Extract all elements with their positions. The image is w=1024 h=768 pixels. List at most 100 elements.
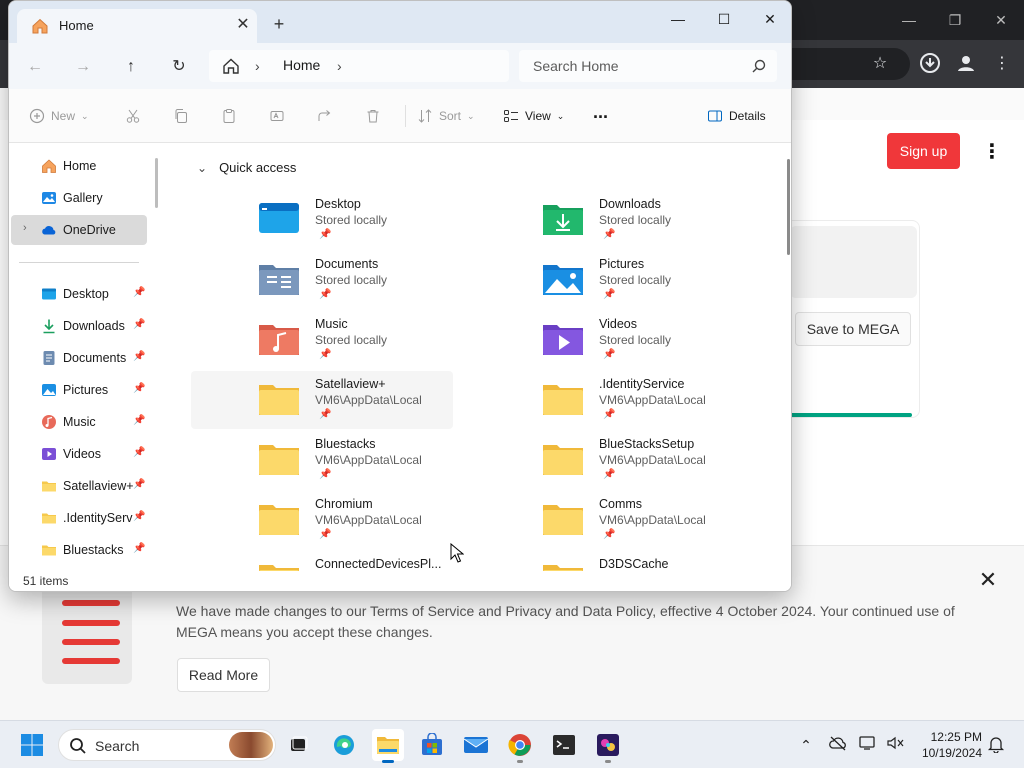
address-bar[interactable]: › Home ›: [209, 50, 509, 82]
pin-icon[interactable]: 📌: [133, 415, 145, 426]
folder-icon: [259, 565, 299, 571]
browser-minimize-button[interactable]: —: [894, 8, 924, 32]
pin-icon[interactable]: 📌: [133, 447, 145, 458]
minimize-button[interactable]: —: [655, 5, 701, 33]
nav-item-home[interactable]: Home: [9, 151, 149, 181]
profile-icon[interactable]: [954, 52, 978, 76]
download-icon[interactable]: [918, 52, 942, 76]
tile-connecteddevices[interactable]: ConnectedDevicesPl...: [183, 553, 445, 571]
network-volume-icon[interactable]: [886, 735, 906, 755]
quick-access-header[interactable]: ⌄ Quick access: [197, 160, 296, 175]
tile-videos[interactable]: Videos Stored locally 📌: [467, 313, 729, 371]
breadcrumb-home[interactable]: Home: [283, 57, 320, 73]
nav-item-onedrive[interactable]: › OneDrive: [11, 215, 147, 245]
home-icon[interactable]: [221, 56, 241, 76]
tile-documents[interactable]: Documents Stored locally 📌: [183, 253, 445, 311]
back-button[interactable]: ←: [21, 53, 49, 81]
pin-icon[interactable]: 📌: [133, 511, 145, 522]
close-button[interactable]: ✕: [747, 5, 791, 33]
pin-icon[interactable]: 📌: [133, 351, 145, 362]
nav-item-desktop[interactable]: Desktop 📌: [9, 279, 149, 309]
tile-d3dscache[interactable]: D3DSCache: [467, 553, 729, 571]
nav-item-music[interactable]: Music 📌: [9, 407, 149, 437]
chevron-right-icon[interactable]: ›: [23, 222, 27, 234]
taskbar-edge[interactable]: [328, 729, 360, 761]
documents-folder-icon: [259, 265, 299, 295]
tile-music[interactable]: Music Stored locally 📌: [183, 313, 445, 371]
page-menu-icon[interactable]: ⋮: [982, 140, 1002, 164]
copy-button[interactable]: [173, 105, 189, 127]
pin-icon[interactable]: 📌: [133, 287, 145, 298]
tab-close-icon[interactable]: ✕: [233, 15, 253, 35]
tile-downloads[interactable]: Downloads Stored locally 📌: [467, 193, 729, 251]
taskbar-store[interactable]: [416, 729, 448, 761]
details-button[interactable]: Details: [707, 105, 766, 127]
nav-item-identityservice[interactable]: .IdentityServi 📌: [9, 503, 149, 533]
content-scrollbar[interactable]: [787, 159, 790, 255]
refresh-button[interactable]: ↻: [165, 53, 193, 81]
pin-icon[interactable]: 📌: [133, 383, 145, 394]
share-button[interactable]: [317, 105, 333, 127]
nav-item-videos[interactable]: Videos 📌: [9, 439, 149, 469]
start-button[interactable]: [16, 729, 48, 761]
pin-icon[interactable]: 📌: [133, 319, 145, 330]
nav-item-downloads[interactable]: Downloads 📌: [9, 311, 149, 341]
notification-bell-icon[interactable]: [986, 735, 1006, 755]
up-button[interactable]: ↑: [117, 53, 145, 81]
pin-icon[interactable]: 📌: [133, 479, 145, 490]
nav-item-documents[interactable]: Documents 📌: [9, 343, 149, 373]
rename-button[interactable]: [269, 105, 285, 127]
more-options-button[interactable]: ...: [593, 101, 608, 123]
bookmark-star-icon[interactable]: ☆: [868, 52, 892, 76]
tile-desktop[interactable]: Desktop Stored locally 📌: [183, 193, 445, 251]
paste-button[interactable]: [221, 105, 237, 127]
folder-icon: [259, 505, 299, 535]
tile-comms[interactable]: Comms VM6\AppData\Local 📌: [467, 493, 729, 551]
tile-bluestackssetup[interactable]: BlueStacksSetup VM6\AppData\Local 📌: [467, 433, 729, 491]
nav-item-pictures[interactable]: Pictures 📌: [9, 375, 149, 405]
nav-item-bluestacks[interactable]: Bluestacks 📌: [9, 535, 149, 565]
browser-close-button[interactable]: ✕: [986, 8, 1016, 32]
display-tray-icon[interactable]: [858, 735, 878, 755]
view-button[interactable]: View ⌄: [503, 105, 564, 127]
browser-restore-button[interactable]: ❐: [940, 8, 970, 32]
nav-item-satellaview[interactable]: Satellaview+ 📌: [9, 471, 149, 501]
taskbar-search-box[interactable]: Search: [58, 729, 276, 761]
chevron-right-icon[interactable]: ›: [337, 56, 342, 76]
tile-bluestacks[interactable]: Bluestacks VM6\AppData\Local 📌: [183, 433, 445, 491]
save-to-mega-button[interactable]: Save to MEGA: [795, 312, 911, 346]
tile-pictures[interactable]: Pictures Stored locally 📌: [467, 253, 729, 311]
read-more-button[interactable]: Read More: [177, 658, 270, 692]
taskbar-mail[interactable]: [460, 729, 492, 761]
tab-home[interactable]: Home ✕: [17, 9, 257, 43]
forward-button[interactable]: →: [69, 53, 97, 81]
tile-satellaview[interactable]: Satellaview+ VM6\AppData\Local 📌: [191, 371, 453, 429]
nav-item-label: Downloads: [63, 319, 125, 333]
videos-folder-icon: [543, 325, 583, 355]
task-view-button[interactable]: [282, 729, 314, 761]
pin-icon[interactable]: 📌: [133, 543, 145, 554]
cut-button[interactable]: [125, 105, 141, 127]
chevron-right-icon[interactable]: ›: [255, 56, 260, 76]
search-input[interactable]: Search Home: [519, 50, 777, 82]
browser-menu-icon[interactable]: ⋮: [990, 52, 1014, 76]
taskbar-file-explorer[interactable]: [372, 729, 404, 763]
onedrive-tray-icon[interactable]: [828, 735, 848, 755]
banner-close-icon[interactable]: ✕: [976, 568, 1000, 592]
tile-identityservice[interactable]: .IdentityService VM6\AppData\Local 📌: [467, 373, 729, 431]
nav-item-gallery[interactable]: Gallery: [9, 183, 149, 213]
delete-button[interactable]: [365, 105, 381, 127]
new-tab-button[interactable]: +: [267, 13, 291, 37]
new-button[interactable]: New ⌄: [29, 105, 89, 127]
taskbar-terminal[interactable]: [548, 729, 580, 761]
sort-button[interactable]: Sort ⌄: [417, 105, 475, 127]
maximize-button[interactable]: ☐: [701, 5, 747, 33]
sign-up-button[interactable]: Sign up: [887, 133, 960, 169]
nav-scrollbar[interactable]: [155, 158, 158, 208]
chevron-up-icon[interactable]: ⌃: [796, 735, 816, 755]
taskbar-clock[interactable]: 12:25 PM 10/19/2024: [918, 729, 982, 761]
taskbar-app-purple[interactable]: [592, 729, 624, 763]
chevron-down-icon[interactable]: ⌄: [197, 161, 207, 175]
taskbar-chrome[interactable]: [504, 729, 536, 763]
tile-chromium[interactable]: Chromium VM6\AppData\Local 📌: [183, 493, 445, 551]
